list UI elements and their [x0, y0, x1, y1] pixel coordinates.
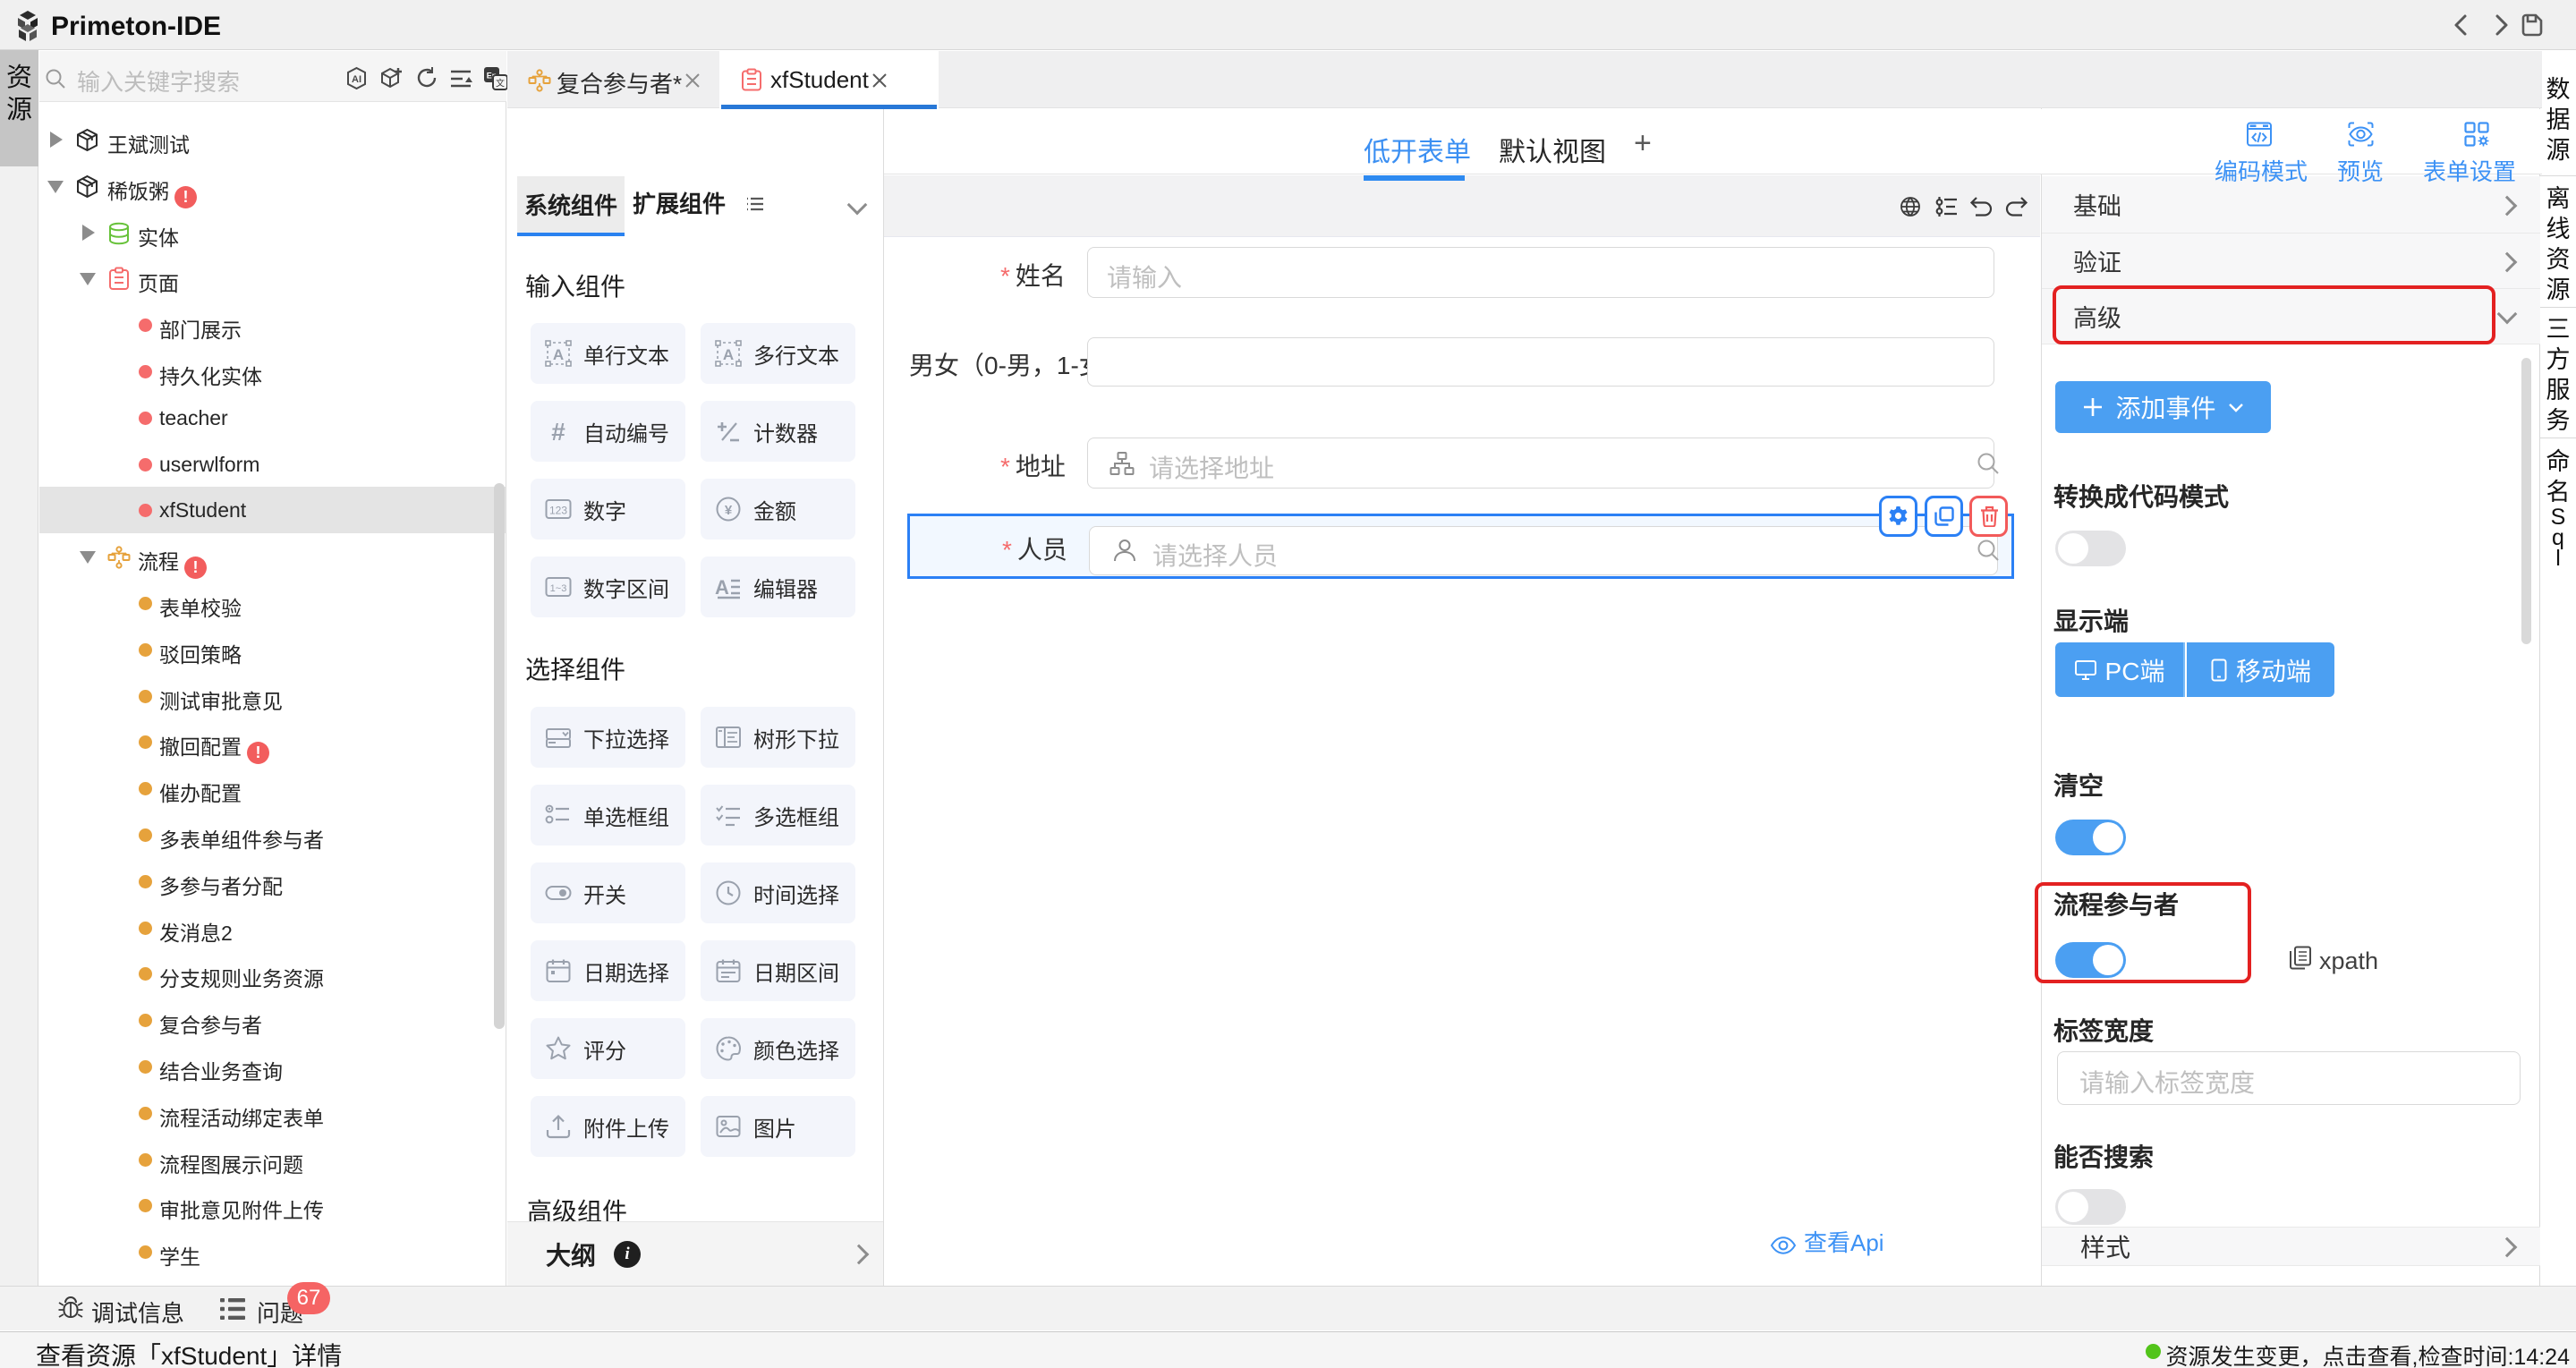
- svg-text:1~3: 1~3: [550, 583, 567, 594]
- svg-text:A: A: [553, 346, 564, 363]
- svg-text:123: 123: [549, 505, 567, 517]
- svg-text:A: A: [715, 576, 729, 599]
- svg-text:文: 文: [496, 78, 505, 89]
- svg-text:#: #: [551, 418, 565, 445]
- svg-text:A: A: [723, 346, 734, 363]
- svg-text:AI: AI: [352, 74, 361, 85]
- svg-text:¥: ¥: [725, 503, 733, 518]
